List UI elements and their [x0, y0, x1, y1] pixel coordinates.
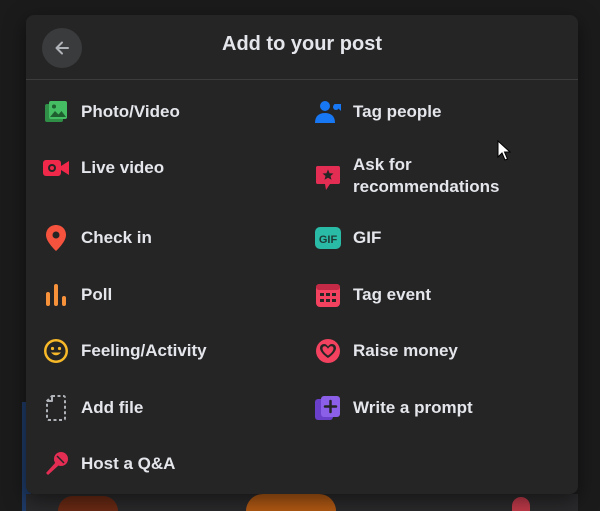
- option-photo-video[interactable]: Photo/Video: [42, 98, 180, 126]
- option-label: Poll: [81, 285, 113, 304]
- add-to-post-dialog: Add to your post Photo/Video Live video: [26, 15, 578, 494]
- option-label: GIF: [353, 228, 382, 247]
- gif-icon: GIF: [314, 224, 342, 252]
- poll-icon: [42, 281, 70, 309]
- background-close-badge: [512, 497, 530, 511]
- file-icon: [42, 394, 70, 422]
- background-image-left: [58, 496, 118, 511]
- location-pin-icon: [42, 224, 70, 252]
- option-write-prompt[interactable]: Write a prompt: [314, 394, 473, 422]
- option-label: Add file: [81, 398, 144, 417]
- option-raise-money[interactable]: Raise money: [314, 337, 458, 365]
- background-image-center: [246, 494, 336, 511]
- option-label: Photo/Video: [81, 102, 180, 121]
- option-label: Write a prompt: [353, 398, 473, 417]
- option-check-in[interactable]: Check in: [42, 224, 152, 252]
- fundraiser-icon: [314, 337, 342, 365]
- option-tag-event[interactable]: Tag event: [314, 281, 431, 309]
- prompt-icon: [314, 394, 342, 422]
- photo-video-icon: [42, 98, 70, 126]
- option-label: Live video: [81, 158, 165, 177]
- option-label: Tag people: [353, 102, 442, 121]
- microphone-icon: [42, 450, 70, 478]
- live-video-icon: [42, 154, 70, 182]
- dialog-title: Add to your post: [222, 33, 382, 55]
- gif-badge-text: GIF: [319, 234, 338, 246]
- recommendation-icon: [314, 164, 342, 192]
- option-label: Host a Q&A: [81, 454, 176, 473]
- mouse-cursor-icon: [497, 140, 511, 161]
- option-host-qa[interactable]: Host a Q&A: [42, 450, 175, 478]
- option-add-file[interactable]: Add file: [42, 394, 143, 422]
- option-feeling-activity[interactable]: Feeling/Activity: [42, 337, 207, 365]
- smiley-icon: [42, 337, 70, 365]
- option-label: Raise money: [353, 341, 458, 360]
- option-label: Feeling/Activity: [81, 341, 207, 360]
- dialog-header: Add to your post: [26, 15, 578, 80]
- option-live-video[interactable]: Live video: [42, 154, 164, 182]
- calendar-icon: [314, 281, 342, 309]
- option-poll[interactable]: Poll: [42, 281, 112, 309]
- option-label: Tag event: [353, 285, 432, 304]
- tag-people-icon: [314, 98, 342, 126]
- option-tag-people[interactable]: Tag people: [314, 98, 441, 126]
- option-label: Check in: [81, 228, 152, 247]
- option-gif[interactable]: GIF GIF: [314, 224, 381, 252]
